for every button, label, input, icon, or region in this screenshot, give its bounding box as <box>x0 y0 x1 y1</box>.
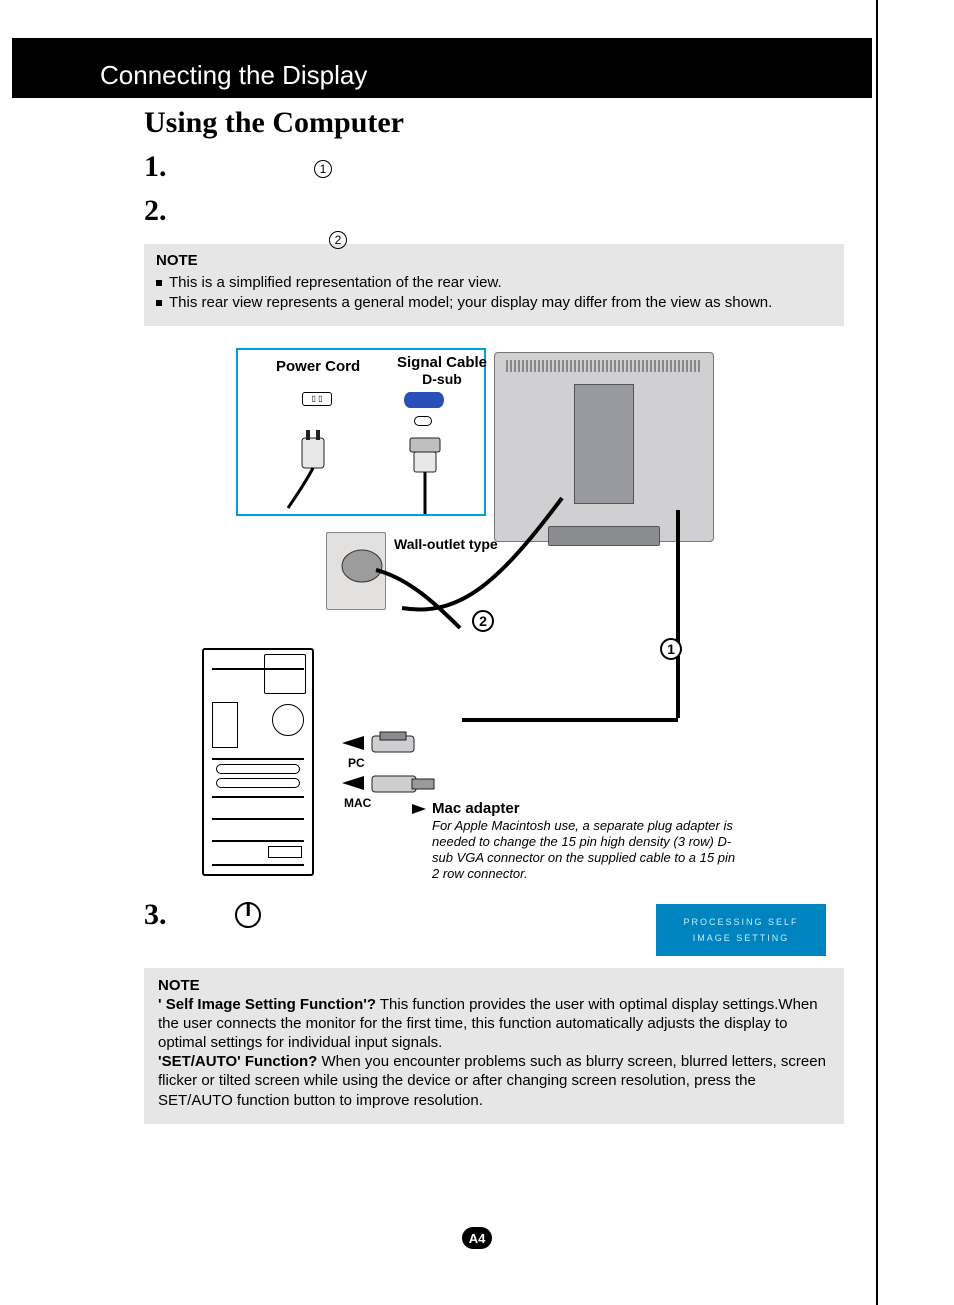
power-icon <box>235 902 261 928</box>
step-3-row: 3. PROCESSING SELF IMAGE SETTING <box>144 898 844 932</box>
note-bottom-para-1: ' Self Image Setting Function'? This fun… <box>158 995 830 1053</box>
mac-adapter-text: For Apple Macintosh use, a separate plug… <box>432 818 742 883</box>
arrow-right-icon <box>412 804 426 814</box>
note-top-bullet-2: This rear view represents a general mode… <box>156 293 832 313</box>
set-auto-q-label: 'SET/AUTO' Function? <box>158 1053 317 1070</box>
step-1-row: 1. 1 <box>144 150 844 194</box>
mac-adapter-title: Mac adapter <box>432 800 520 817</box>
pc-tower-illustration <box>202 648 314 876</box>
lock-port-icon <box>414 416 432 426</box>
note-box-top: NOTE This is a simplified representation… <box>144 244 844 326</box>
inline-ref-1-icon: 1 <box>314 160 332 178</box>
step-2-number: 2. <box>144 194 167 227</box>
arrow-left-icon <box>342 776 364 790</box>
pc-connector-icon <box>370 730 418 758</box>
numbered-steps: 1. 1 2. 2 <box>144 150 844 238</box>
section-header-title: Connecting the Display <box>12 38 872 91</box>
note-top-bullet-2-text: This rear view represents a general mode… <box>169 293 772 313</box>
power-cord-label: Power Cord <box>276 358 360 375</box>
monitor-vents-icon <box>506 360 702 372</box>
page-number-badge: A4 <box>462 1227 492 1249</box>
bullet-icon <box>156 280 162 286</box>
diagram-callout-2: 2 <box>472 610 494 632</box>
processing-line1: PROCESSING SELF <box>662 914 820 930</box>
inline-ref-2-icon: 2 <box>329 231 347 249</box>
monitor-stand-spine <box>574 384 634 504</box>
mac-label: MAC <box>344 796 371 810</box>
self-image-q-label: ' Self Image Setting Function'? <box>158 996 376 1013</box>
step-2-row: 2. 2 <box>144 194 844 238</box>
note-bottom-para-2: 'SET/AUTO' Function? When you encounter … <box>158 1052 830 1110</box>
step-1-number: 1. <box>144 150 167 183</box>
dsub-port-icon <box>404 392 444 408</box>
signal-cable-label: Signal Cable D-sub <box>392 354 492 388</box>
note-box-bottom: NOTE ' Self Image Setting Function'? Thi… <box>144 968 844 1124</box>
processing-indicator: PROCESSING SELF IMAGE SETTING <box>656 904 826 956</box>
note-top-bullet-1-text: This is a simplified representation of t… <box>169 273 502 293</box>
section-header: Connecting the Display <box>12 38 872 98</box>
arrow-left-icon <box>342 736 364 750</box>
main-content: Using the Computer 1. 1 2. 2 NOTE This i… <box>144 106 844 1124</box>
step-3-number: 3. <box>144 898 167 931</box>
note-top-title: NOTE <box>156 252 832 269</box>
note-bottom-title: NOTE <box>158 976 830 995</box>
note-top-bullet-1: This is a simplified representation of t… <box>156 273 832 293</box>
page-right-divider <box>876 0 878 1305</box>
bullet-icon <box>156 300 162 306</box>
ac-inlet-icon: ▯ ▯ <box>302 392 332 406</box>
mac-connector-icon <box>370 770 440 800</box>
processing-line2: IMAGE SETTING <box>662 930 820 946</box>
page-subtitle: Using the Computer <box>144 106 844 140</box>
connection-diagram: Power Cord Signal Cable D-sub ▯ ▯ <box>144 338 844 898</box>
diagram-callout-1: 1 <box>660 638 682 660</box>
pc-label: PC <box>348 756 365 770</box>
